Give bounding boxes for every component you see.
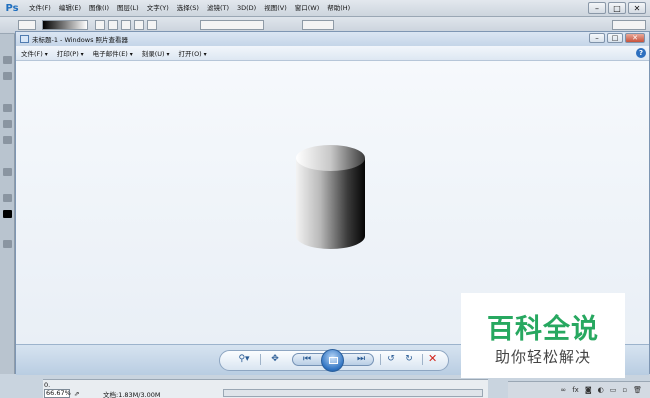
link-layers-icon[interactable]: ∞ [560,386,566,394]
brush-tool-icon[interactable] [3,104,12,112]
ps-menu-select[interactable]: 选择(S) [173,0,203,17]
menu-burn[interactable]: 刻录(U) [142,48,170,58]
photoshop-menu: 文件(F) 编辑(E) 图像(I) 图层(L) 文字(Y) 选择(S) 滤镜(T… [25,0,354,17]
horizontal-scrollbar[interactable] [223,389,483,397]
minimize-icon[interactable]: – [588,2,606,14]
opacity-field[interactable] [302,20,334,30]
watermark-subtitle: 助你轻松解决 [494,348,591,366]
export-icon[interactable]: ⇗ [74,390,79,398]
rotate-clockwise-icon[interactable]: ↻ [402,353,416,365]
menu-print[interactable]: 打印(P) [57,48,84,58]
mask-icon[interactable]: ◙ [585,386,592,394]
hand-tool-icon[interactable] [3,194,12,202]
gradient-style-reflected[interactable] [134,20,144,30]
help-icon[interactable]: ? [636,48,646,58]
photoshop-menubar: Ps 文件(F) 编辑(E) 图像(I) 图层(L) 文字(Y) 选择(S) 滤… [0,0,650,17]
gradient-picker[interactable] [42,20,88,30]
document-info: 文档:1.83M/3.00M [103,391,161,398]
menu-email[interactable]: 电子邮件(E) [93,48,133,58]
ps-menu-filter[interactable]: 滤镜(T) [203,0,233,17]
zoom-icon[interactable]: ⚲▾ [234,353,254,365]
maximize-icon[interactable]: □ [608,2,626,14]
zoom-level-field[interactable]: 66.67% [44,389,71,398]
previous-icon[interactable]: ⏮ [300,353,314,365]
menu-file[interactable]: 文件(F) [21,48,48,58]
ps-menu-edit[interactable]: 编辑(E) [55,0,85,17]
ps-menu-image[interactable]: 图像(I) [85,0,113,17]
adjustment-layer-icon[interactable]: ◐ [598,386,604,394]
photoshop-toolbox [0,34,15,374]
group-icon[interactable]: ▭ [610,386,617,394]
delete-icon[interactable]: ✕ [428,352,437,366]
zoom-row: 66.67% ⇗ [44,389,79,398]
blend-mode-select[interactable] [200,20,264,30]
ps-menu-type[interactable]: 文字(Y) [143,0,173,17]
maximize-icon[interactable]: □ [607,33,623,43]
eraser-tool-icon[interactable] [3,136,12,144]
lasso-tool-icon[interactable] [3,72,12,80]
ps-menu-file[interactable]: 文件(F) [25,0,55,17]
photoshop-status-bar: 0. 66.67% ⇗ 文档:1.83M/3.00M [43,379,488,398]
zoom-label-top: 0. [44,381,51,389]
close-icon[interactable]: ✕ [625,33,645,43]
fx-icon[interactable]: fx [572,386,579,394]
trash-icon[interactable]: 🗑 [633,386,642,394]
pen-tool-icon[interactable] [3,168,12,176]
gradient-style-radial[interactable] [108,20,118,30]
ps-menu-layer[interactable]: 图层(L) [113,0,143,17]
workspace-switcher[interactable] [612,20,646,30]
gradient-style-angle[interactable] [121,20,131,30]
layers-panel-footer: ∞ fx ◙ ◐ ▭ ▫ 🗑 [508,381,650,398]
stamp-tool-icon[interactable] [3,120,12,128]
separator [260,354,261,365]
ps-menu-help[interactable]: 帮助(H) [323,0,354,17]
ps-menu-view[interactable]: 视图(V) [260,0,291,17]
photoshop-window-controls: – □ ✕ [588,2,646,14]
menu-open[interactable]: 打开(O) [179,48,207,58]
gradient-style-diamond[interactable] [147,20,157,30]
minimize-icon[interactable]: – [589,33,605,43]
quick-mask-icon[interactable] [3,240,12,248]
close-icon[interactable]: ✕ [628,2,646,14]
photoshop-logo: Ps [5,2,19,14]
photo-viewer-window-controls: – □ ✕ [589,33,645,43]
cylinder-image [296,145,365,249]
photo-viewer-title: 未标题-1 - Windows 照片查看器 [32,36,129,44]
move-tool-icon[interactable] [3,56,12,64]
rotate-counterclockwise-icon[interactable]: ↺ [384,353,398,365]
photo-viewer-menu: 文件(F) 打印(P) 电子邮件(E) 刻录(U) 打开(O) [21,48,207,58]
photo-viewer-menubar: 文件(F) 打印(P) 电子邮件(E) 刻录(U) 打开(O) ? [16,46,649,61]
watermark: 百科全说 助你轻松解决 [461,293,625,378]
actual-size-icon[interactable]: ✥ [268,353,282,365]
ps-menu-window[interactable]: 窗口(W) [291,0,324,17]
new-layer-icon[interactable]: ▫ [622,386,627,394]
ps-menu-3d[interactable]: 3D(D) [233,0,260,17]
separator [422,354,423,365]
watermark-title: 百科全说 [487,314,599,345]
tool-preset-picker[interactable] [18,20,36,30]
photo-viewer-titlebar[interactable]: 未标题-1 - Windows 照片查看器 – □ ✕ [16,32,649,46]
separator [380,354,381,365]
next-icon[interactable]: ⏭ [354,353,368,365]
foreground-color-swatch[interactable] [3,210,12,218]
slideshow-icon[interactable] [321,349,344,372]
photo-viewer-app-icon [20,35,29,43]
gradient-style-linear[interactable] [95,20,105,30]
slideshow-screen-icon [329,357,338,364]
